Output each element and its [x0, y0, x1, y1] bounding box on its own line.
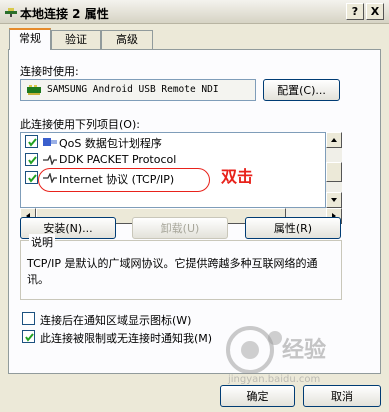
uninstall-button[interactable]: 卸载(U) [132, 217, 228, 239]
ok-button[interactable]: 确定 [220, 385, 295, 407]
highlight-circle [38, 168, 210, 192]
scroll-down-button[interactable] [326, 192, 342, 208]
device-box: SAMSUNG Android USB Remote NDI [20, 79, 256, 101]
notify-label: 此连接被限制或无连接时通知我(M) [40, 332, 213, 345]
item-checkbox[interactable] [25, 135, 38, 148]
vertical-scrollbar[interactable] [326, 132, 342, 208]
connect-using-label: 连接时使用: [20, 65, 79, 78]
tab-general[interactable]: 常规 [9, 28, 51, 50]
list-item[interactable]: DDK PACKET Protocol [23, 151, 303, 169]
watermark-url: jingyan.baidu.com [228, 374, 321, 385]
network-adapter-icon [27, 85, 41, 98]
title-bar: 本地连接 2 属性 ? X [0, 0, 389, 24]
show-icon-checkbox[interactable] [22, 312, 35, 325]
close-button[interactable]: X [366, 3, 384, 20]
scroll-up-button[interactable] [326, 132, 342, 148]
items-label: 此连接使用下列项目(O): [20, 118, 140, 131]
properties-button[interactable]: 属性(R) [245, 217, 341, 239]
tab-authentication[interactable]: 验证 [51, 30, 101, 49]
scroll-thumb[interactable] [326, 162, 342, 182]
item-checkbox[interactable] [25, 171, 38, 184]
description-group: 说明 TCP/IP 是默认的广域网协议。它提供跨越多种互联网络的通讯。 [20, 234, 342, 300]
help-button[interactable]: ? [346, 3, 364, 20]
window-title: 本地连接 2 属性 [20, 7, 109, 21]
description-text: TCP/IP 是默认的广域网协议。它提供跨越多种互联网络的通讯。 [27, 257, 318, 286]
device-name: SAMSUNG Android USB Remote NDI [47, 84, 219, 95]
network-connection-icon [4, 5, 18, 17]
item-label: QoS 数据包计划程序 [59, 137, 162, 150]
item-checkbox[interactable] [25, 153, 38, 166]
qos-icon [43, 137, 57, 147]
watermark-text: 经验 [282, 338, 327, 363]
list-item[interactable]: QoS 数据包计划程序 [23, 133, 303, 151]
item-label: DDK PACKET Protocol [59, 153, 177, 166]
protocol-icon [43, 154, 57, 166]
description-label: 说明 [29, 234, 55, 250]
cancel-button[interactable]: 取消 [303, 385, 381, 407]
configure-button[interactable]: 配置(C)... [263, 79, 340, 101]
notify-checkbox[interactable] [22, 330, 35, 343]
show-icon-label: 连接后在通知区域显示图标(W) [40, 314, 192, 327]
tab-advanced[interactable]: 高级 [101, 30, 153, 49]
annotation-text: 双击 [221, 167, 254, 186]
